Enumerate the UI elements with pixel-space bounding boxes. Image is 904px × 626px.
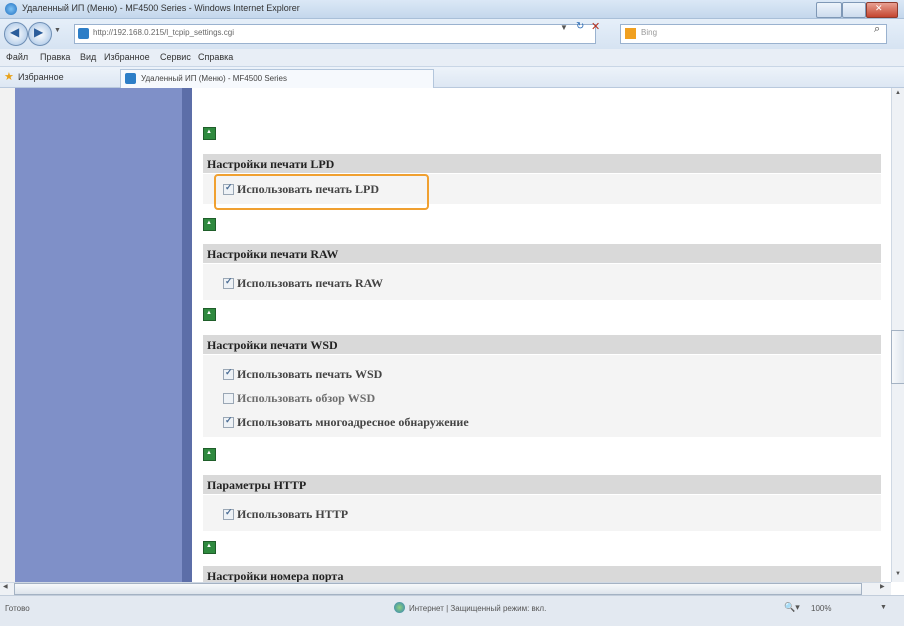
back-to-top-icon[interactable] xyxy=(203,541,216,554)
section-body-wsd: Использовать печать WSD Использовать обз… xyxy=(203,355,881,437)
forward-arrow-icon: ▶ xyxy=(34,25,44,39)
section-header-http: Параметры HTTP xyxy=(203,475,881,494)
address-bar: ◀ ▶ ▼ http://192.168.0.215/l_tcpip_setti… xyxy=(0,19,904,49)
option-http[interactable]: Использовать HTTP xyxy=(223,507,348,522)
section-header-port: Настройки номера порта xyxy=(203,566,881,582)
close-button[interactable] xyxy=(866,2,898,18)
zoom-icon[interactable]: 🔍▾ xyxy=(784,602,800,613)
status-text: Готово xyxy=(5,604,30,613)
option-wsd-browse[interactable]: Использовать обзор WSD xyxy=(223,391,375,406)
section-body-http: Использовать HTTP xyxy=(203,495,881,531)
section-body-raw: Использовать печать RAW xyxy=(203,264,881,300)
search-placeholder: Bing xyxy=(641,28,658,37)
checkbox-raw[interactable] xyxy=(223,276,234,289)
stop-icon[interactable]: ✕ xyxy=(591,20,600,33)
url-field[interactable]: http://192.168.0.215/l_tcpip_settings.cg… xyxy=(74,24,596,44)
favorites-label[interactable]: Избранное xyxy=(18,72,64,82)
highlight-frame xyxy=(214,174,429,210)
scroll-left-icon[interactable]: ◀ xyxy=(3,583,8,590)
ie-logo-icon xyxy=(5,3,17,15)
zoom-dropdown-icon[interactable]: ▼ xyxy=(880,604,887,611)
url-text: http://192.168.0.215/l_tcpip_settings.cg… xyxy=(93,28,234,37)
back-to-top-icon[interactable] xyxy=(203,448,216,461)
menu-file[interactable]: Файл xyxy=(6,52,28,62)
menu-bar: Файл Правка Вид Избранное Сервис Справка xyxy=(0,49,904,67)
history-dropdown-icon[interactable]: ▼ xyxy=(54,27,61,34)
refresh-icon[interactable]: ↻ xyxy=(576,21,584,32)
scroll-down-icon[interactable]: ▼ xyxy=(895,571,901,577)
internet-zone-icon xyxy=(394,602,405,613)
option-wsd-printing[interactable]: Использовать печать WSD xyxy=(223,367,382,382)
back-button[interactable]: ◀ xyxy=(4,22,28,46)
horizontal-scroll-thumb[interactable] xyxy=(14,583,862,595)
checkbox-multicast[interactable] xyxy=(223,415,234,428)
left-frame-edge xyxy=(0,88,15,582)
back-arrow-icon: ◀ xyxy=(10,25,20,39)
bing-icon xyxy=(625,28,636,39)
back-to-top-icon[interactable] xyxy=(203,308,216,321)
url-dropdown-icon[interactable]: ▼ xyxy=(560,23,568,32)
menu-favorites[interactable]: Избранное xyxy=(104,52,150,62)
scroll-right-icon[interactable]: ▶ xyxy=(880,583,885,590)
option-raw-printing[interactable]: Использовать печать RAW xyxy=(223,276,383,291)
vertical-scroll-thumb[interactable] xyxy=(891,330,904,384)
option-multicast-discovery[interactable]: Использовать многоадресное обнаружение xyxy=(223,415,469,430)
title-bar: Удаленный ИП (Меню) - MF4500 Series - Wi… xyxy=(0,0,904,19)
section-header-raw: Настройки печати RAW xyxy=(203,244,881,263)
left-nav-panel xyxy=(15,88,182,582)
frame-divider xyxy=(182,88,192,582)
scroll-up-icon[interactable]: ▲ xyxy=(895,90,901,96)
favorites-bar: ★ Избранное Удаленный ИП (Меню) - MF4500… xyxy=(0,67,904,88)
menu-tools[interactable]: Сервис xyxy=(160,52,191,62)
minimize-button[interactable] xyxy=(816,2,842,18)
zoom-level[interactable]: 100% xyxy=(811,604,831,613)
tab-active[interactable]: Удаленный ИП (Меню) - MF4500 Series xyxy=(120,69,434,88)
site-favicon-icon xyxy=(78,28,89,39)
menu-view[interactable]: Вид xyxy=(80,52,96,62)
search-field[interactable]: Bing xyxy=(620,24,887,44)
security-zone-text: Интернет | Защищенный режим: вкл. xyxy=(409,604,547,613)
section-header-wsd: Настройки печати WSD xyxy=(203,335,881,354)
menu-edit[interactable]: Правка xyxy=(40,52,70,62)
menu-help[interactable]: Справка xyxy=(198,52,233,62)
status-bar: Готово Интернет | Защищенный режим: вкл.… xyxy=(0,595,904,626)
tab-favicon-icon xyxy=(125,73,136,84)
checkbox-http[interactable] xyxy=(223,507,234,520)
section-header-lpd: Настройки печати LPD xyxy=(203,154,881,173)
back-to-top-icon[interactable] xyxy=(203,218,216,231)
back-to-top-icon[interactable] xyxy=(203,127,216,140)
tab-title: Удаленный ИП (Меню) - MF4500 Series xyxy=(141,74,287,83)
window-title: Удаленный ИП (Меню) - MF4500 Series - Wi… xyxy=(22,3,300,13)
search-icon[interactable]: ⌕ xyxy=(874,23,880,36)
maximize-button[interactable] xyxy=(842,2,866,18)
checkbox-wsd-browse[interactable] xyxy=(223,393,234,404)
checkbox-wsd-print[interactable] xyxy=(223,367,234,380)
forward-button[interactable]: ▶ xyxy=(28,22,52,46)
favorites-star-icon[interactable]: ★ xyxy=(4,70,14,83)
